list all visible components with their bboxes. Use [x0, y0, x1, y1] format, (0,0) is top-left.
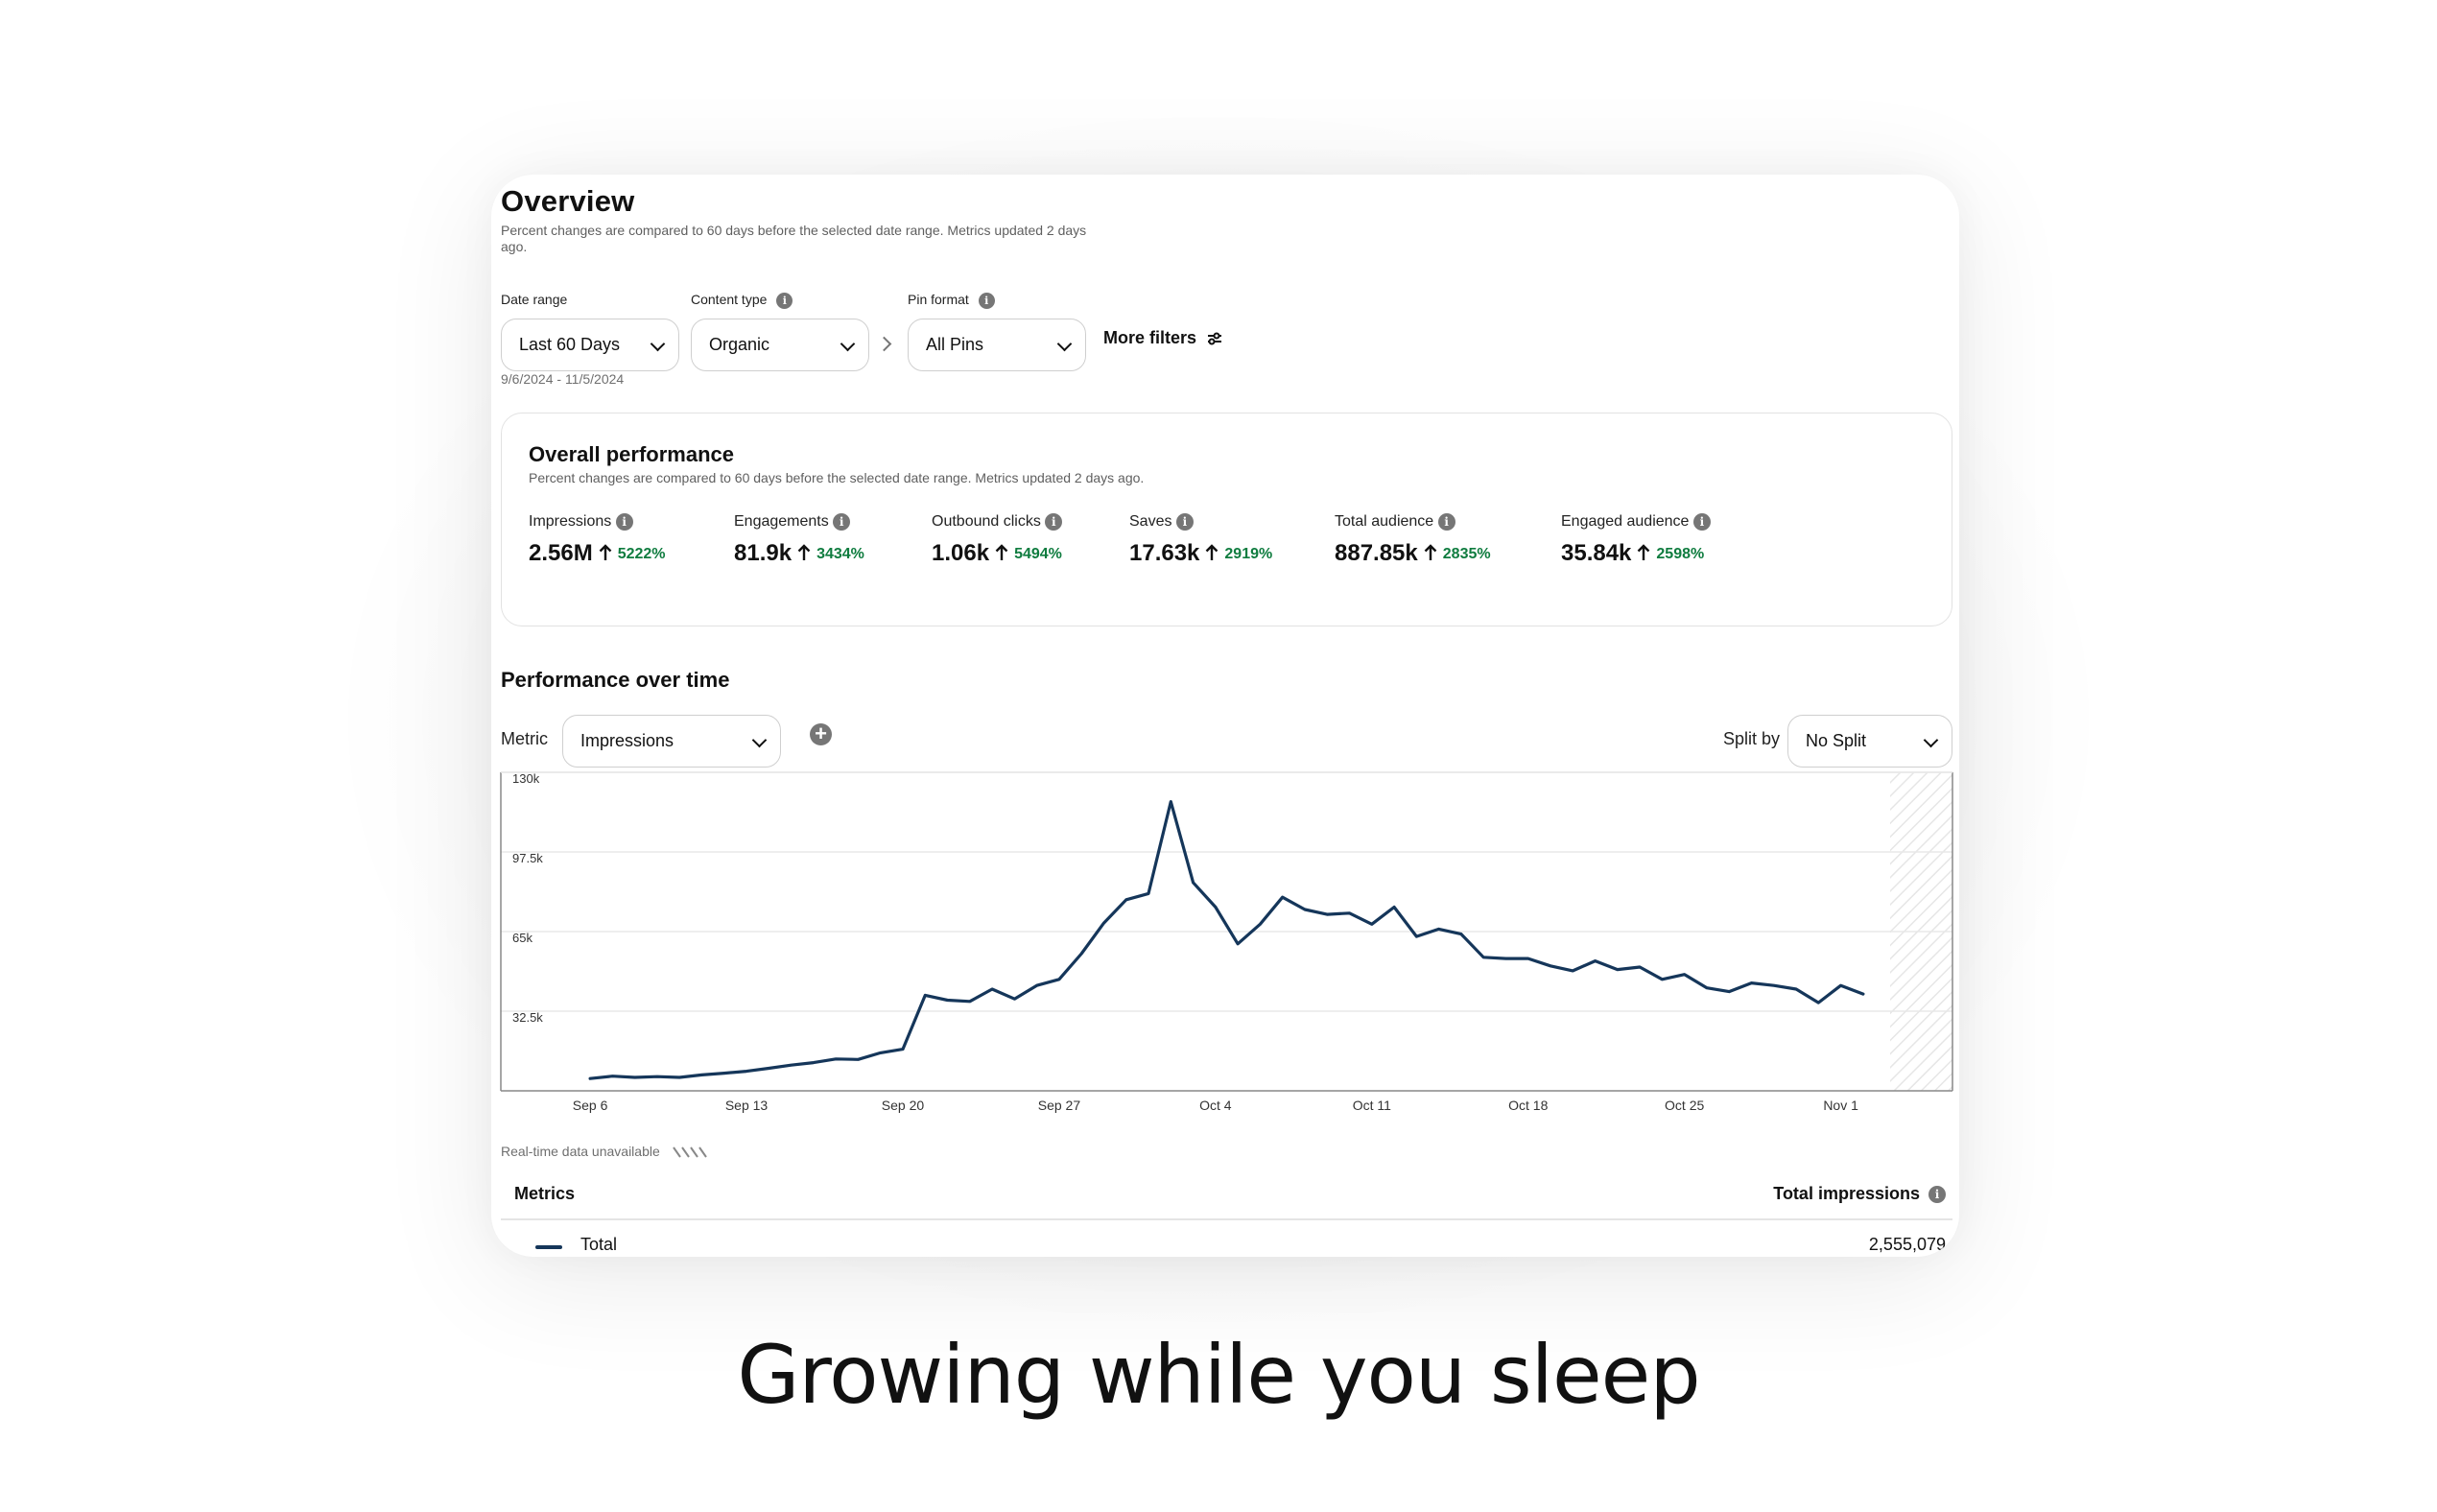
- x-tick-label: Sep 27: [1038, 1098, 1081, 1113]
- info-icon[interactable]: i: [1928, 1186, 1946, 1204]
- info-icon[interactable]: i: [1437, 513, 1455, 531]
- overall-performance-title: Overall performance: [529, 442, 734, 466]
- arrow-up-icon: [797, 544, 811, 561]
- table-row-value: 2,555,079: [1868, 1235, 1946, 1254]
- table-divider: [501, 1218, 1952, 1220]
- x-tick-label: Nov 1: [1823, 1098, 1858, 1113]
- realtime-unavailable-note: Real-time data unavailable: [501, 1144, 710, 1159]
- chevron-down-icon: [1923, 732, 1939, 748]
- filter-sliders-icon: [1208, 332, 1222, 345]
- metrics-column-header: Metrics: [514, 1184, 576, 1203]
- arrow-up-icon: [1206, 544, 1218, 561]
- y-tick-label: 32.5k: [512, 1010, 543, 1025]
- x-tick-label: Sep 6: [573, 1098, 608, 1113]
- y-tick-label: 130k: [512, 771, 540, 786]
- table-row-label: Total: [580, 1235, 618, 1254]
- page-subtitle: Percent changes are compared to 60 days …: [501, 223, 1087, 254]
- chevron-down-icon: [1056, 336, 1073, 352]
- x-tick-label: Oct 4: [1199, 1098, 1232, 1113]
- metric-saves[interactable]: Saves i 17.63k 2919%: [1129, 513, 1272, 567]
- content-type-dropdown[interactable]: Organic: [691, 319, 869, 371]
- info-icon[interactable]: i: [978, 292, 995, 309]
- metric-engaged-audience[interactable]: Engaged audience i 35.84k 2598%: [1561, 513, 1711, 567]
- metric-engagements[interactable]: Engagements i 81.9k 3434%: [734, 513, 864, 567]
- metric-total-audience[interactable]: Total audience i 887.85k 2835%: [1335, 513, 1491, 567]
- arrow-up-icon: [995, 544, 1008, 561]
- split-by-value: No Split: [1806, 731, 1867, 750]
- chevron-right-icon: [876, 336, 892, 352]
- content-type-value: Organic: [709, 335, 770, 354]
- impressions-line-chart[interactable]: 130k 97.5k 65k 32.5k Sep 6 Sep 13 Sep 20 Sep 27…: [491, 769, 1959, 1134]
- date-range-dropdown[interactable]: Last 60 Days: [501, 319, 679, 371]
- chevron-down-icon: [650, 336, 666, 352]
- x-tick-label: Oct 18: [1508, 1098, 1548, 1113]
- x-tick-label: Oct 11: [1353, 1098, 1391, 1113]
- info-icon[interactable]: i: [1692, 513, 1711, 531]
- pin-format-dropdown[interactable]: All Pins: [908, 319, 1086, 371]
- chevron-down-icon: [840, 336, 856, 352]
- page-title: Overview: [501, 184, 635, 218]
- split-by-label: Split by: [1723, 729, 1781, 748]
- metric-select-dropdown[interactable]: Impressions: [562, 715, 781, 768]
- date-range-value: Last 60 Days: [519, 335, 621, 354]
- chevron-down-icon: [751, 732, 768, 748]
- info-icon[interactable]: i: [776, 292, 793, 309]
- info-icon[interactable]: i: [1045, 513, 1063, 531]
- hatch-pattern-icon: [672, 1146, 707, 1158]
- date-range-label: Date range: [501, 292, 568, 307]
- info-icon[interactable]: i: [615, 513, 633, 531]
- content-type-label: Content type i: [691, 292, 793, 309]
- y-tick-label: 97.5k: [512, 851, 543, 865]
- arrow-up-icon: [1638, 544, 1650, 561]
- pin-format-value: All Pins: [926, 335, 984, 354]
- y-tick-label: 65k: [512, 931, 532, 945]
- pin-format-label: Pin format i: [908, 292, 995, 309]
- overall-performance-subtitle: Percent changes are compared to 60 days …: [529, 470, 1145, 485]
- total-impressions-header: Total impressions i: [1773, 1184, 1946, 1204]
- metric-outbound-clicks[interactable]: Outbound clicks i 1.06k 5494%: [932, 513, 1063, 567]
- series-swatch: [535, 1245, 562, 1249]
- tagline: Growing while you sleep: [737, 1328, 1700, 1422]
- performance-over-time-title: Performance over time: [501, 668, 730, 692]
- info-icon[interactable]: i: [833, 513, 851, 531]
- more-filters-button[interactable]: More filters: [1103, 328, 1222, 348]
- metric-select-value: Impressions: [580, 731, 674, 750]
- arrow-up-icon: [1424, 544, 1437, 561]
- date-range-text: 9/6/2024 - 11/5/2024: [501, 371, 625, 387]
- metric-impressions[interactable]: Impressions i 2.56M 5222%: [529, 513, 666, 567]
- analytics-card: Overview Percent changes are compared to…: [491, 175, 1959, 1257]
- overall-performance-panel: Overall performance Percent changes are …: [501, 413, 1952, 626]
- metric-select-label: Metric: [501, 729, 548, 748]
- x-tick-label: Sep 20: [882, 1098, 925, 1113]
- series-line-total: [588, 799, 1865, 1080]
- arrow-up-icon: [599, 544, 612, 561]
- x-tick-label: Sep 13: [725, 1098, 769, 1113]
- x-tick-label: Oct 25: [1665, 1098, 1704, 1113]
- add-metric-button[interactable]: +: [810, 723, 832, 745]
- split-by-dropdown[interactable]: No Split: [1787, 715, 1952, 768]
- info-icon[interactable]: i: [1175, 513, 1194, 531]
